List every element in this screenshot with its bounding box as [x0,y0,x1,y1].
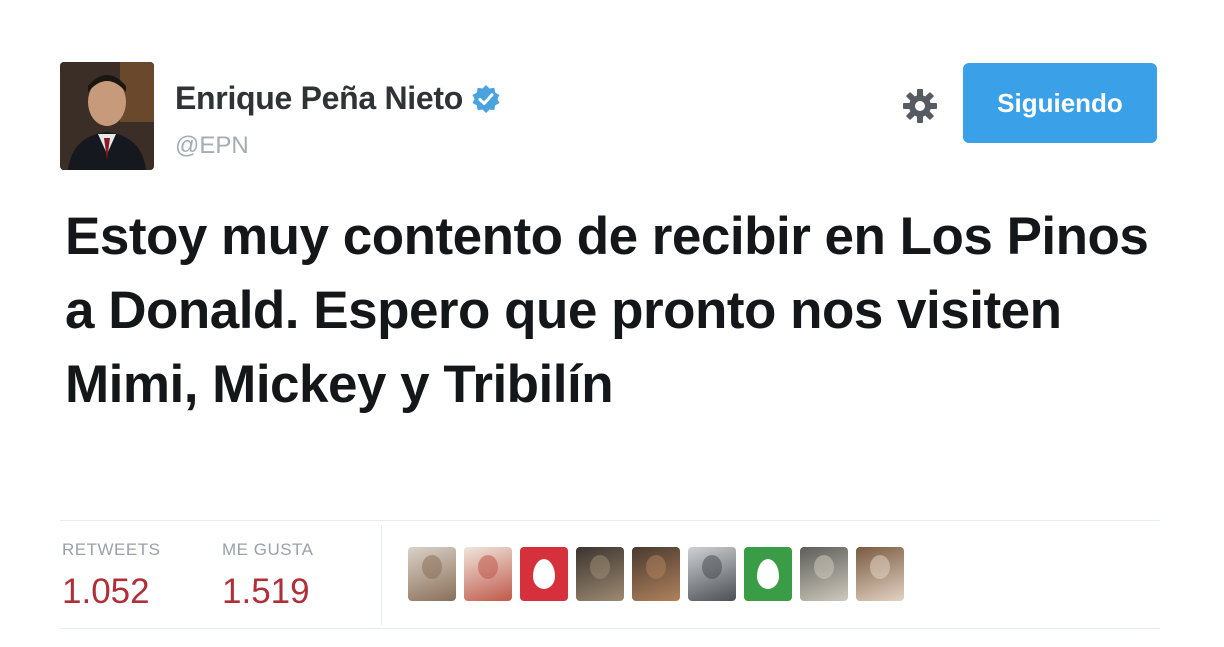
liker-avatar[interactable] [464,547,512,601]
retweets-label: RETWEETS [62,540,161,559]
user-handle[interactable]: @EPN [175,132,249,160]
liker-avatar[interactable] [688,547,736,601]
gear-icon[interactable] [900,86,940,126]
liker-default-avatar[interactable] [744,547,792,601]
liker-photo-figure [702,555,722,579]
liker-default-avatar[interactable] [520,547,568,601]
egg-icon [757,559,779,589]
likers-avatar-list [408,547,904,601]
verified-badge-icon [471,84,501,114]
egg-icon [533,559,555,589]
liker-photo-figure [870,555,890,579]
liker-avatar[interactable] [576,547,624,601]
liker-photo-figure [814,555,834,579]
liker-avatar[interactable] [800,547,848,601]
likes-stat[interactable]: ME GUSTA 1.519 [222,540,314,612]
liker-avatar[interactable] [408,547,456,601]
liker-avatar[interactable] [856,547,904,601]
likes-count: 1.519 [222,572,310,611]
avatar[interactable] [60,62,154,170]
liker-photo-figure [646,555,666,579]
liker-photo-figure [590,555,610,579]
display-name[interactable]: Enrique Peña Nieto [175,80,463,117]
stats-top-divider [60,520,1160,521]
tweet-text: Estoy muy contento de recibir en Los Pin… [65,207,1149,414]
retweets-count: 1.052 [62,572,150,611]
liker-photo-figure [478,555,498,579]
tweet-card: Enrique Peña Nieto @EPN Siguiendo Estoy … [0,0,1224,647]
liker-avatar[interactable] [632,547,680,601]
author-name-row: Enrique Peña Nieto [175,80,501,117]
following-button[interactable]: Siguiendo [963,63,1157,143]
retweets-stat[interactable]: RETWEETS 1.052 [62,540,160,612]
liker-photo-figure [422,555,442,579]
stats-bottom-divider [60,628,1160,629]
likes-label: ME GUSTA [222,540,314,559]
stats-separator [381,525,382,625]
